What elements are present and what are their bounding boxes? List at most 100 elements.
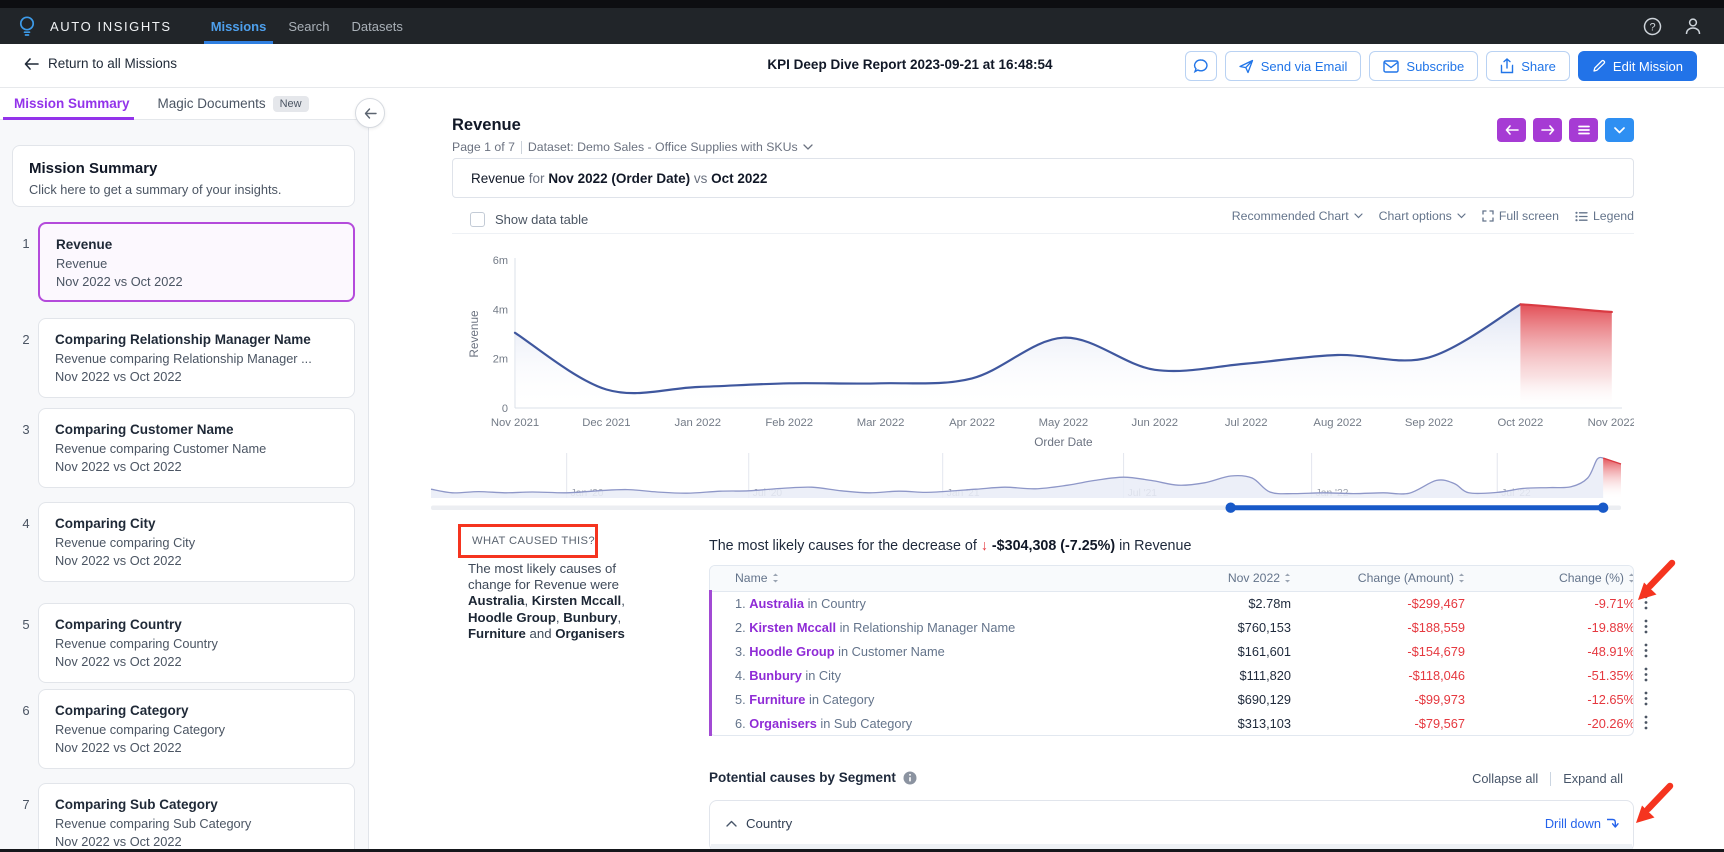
divider	[1550, 772, 1551, 786]
column-header-change-amount[interactable]: Change (Amount)	[1291, 566, 1465, 591]
row-menu-kebab-icon[interactable]	[1637, 662, 1655, 686]
chevron-down-icon	[803, 144, 813, 150]
tab-magic-documents[interactable]: Magic Documents New	[144, 88, 323, 119]
insight-number: 5	[18, 617, 34, 632]
row-menu-kebab-icon[interactable]	[1637, 638, 1655, 662]
cause-row[interactable]: 5. Furniture in Category$690,129-$99,973…	[710, 687, 1634, 711]
page-menu-button[interactable]	[1569, 118, 1598, 142]
annotation-arrow-drill-down	[1628, 779, 1680, 831]
svg-text:Jan 2022: Jan 2022	[675, 417, 721, 429]
insight-card-1[interactable]: RevenueRevenueNov 2022 vs Oct 2022	[38, 222, 355, 302]
page-title: Revenue	[452, 116, 521, 135]
prev-page-button[interactable]	[1497, 118, 1526, 142]
sort-icon	[1284, 573, 1291, 583]
info-icon[interactable]	[903, 771, 917, 785]
nav-tab-missions[interactable]: Missions	[200, 8, 278, 44]
window-edge-top	[0, 0, 1724, 8]
nav-tab-datasets[interactable]: Datasets	[341, 8, 414, 44]
share-button[interactable]: Share	[1486, 51, 1570, 81]
pencil-icon	[1592, 59, 1606, 73]
insight-card-6[interactable]: Comparing CategoryRevenue comparing Cate…	[38, 689, 355, 769]
insight-card-3[interactable]: Comparing Customer NameRevenue comparing…	[38, 408, 355, 488]
insight-card-5[interactable]: Comparing CountryRevenue comparing Count…	[38, 603, 355, 683]
cause-row[interactable]: 4. Bunbury in City$111,820-$118,046-51.3…	[710, 663, 1634, 687]
user-icon[interactable]	[1684, 17, 1702, 36]
svg-text:0: 0	[502, 403, 508, 415]
insight-number: 6	[18, 703, 34, 718]
insight-card-2[interactable]: Comparing Relationship Manager NameReven…	[38, 318, 355, 398]
chat-bubble-icon	[1193, 58, 1209, 74]
cause-row[interactable]: 6. Organisers in Sub Category$313,103-$7…	[710, 711, 1634, 735]
svg-text:Order Date: Order Date	[1034, 435, 1093, 449]
insight-card-4[interactable]: Comparing CityRevenue comparing CityNov …	[38, 502, 355, 582]
page-number: Page 1 of 7	[452, 140, 515, 154]
cause-row[interactable]: 1. Australia in Country$2.78m-$299,467-9…	[710, 591, 1634, 615]
drill-down-button[interactable]: Drill down	[1545, 816, 1619, 831]
edit-mission-button[interactable]: Edit Mission	[1578, 51, 1697, 81]
sort-icon	[1628, 573, 1634, 583]
back-to-missions-link[interactable]: Return to all Missions	[24, 56, 177, 71]
segments-section-title: Potential causes by Segment	[709, 770, 917, 785]
legend-icon	[1575, 211, 1588, 222]
mission-summary-title: Mission Summary	[29, 160, 338, 177]
chart-options-dropdown[interactable]: Chart options	[1379, 209, 1466, 223]
svg-text:Jun 2022: Jun 2022	[1132, 417, 1178, 429]
cause-row[interactable]: 3. Hoodle Group in Customer Name$161,601…	[710, 639, 1634, 663]
expand-options-button[interactable]	[1605, 118, 1634, 142]
row-actions-column	[1637, 590, 1655, 734]
svg-text:Feb 2022: Feb 2022	[765, 417, 813, 429]
row-menu-kebab-icon[interactable]	[1637, 686, 1655, 710]
header-buttons: Send via Email Subscribe Share Edit Miss…	[1185, 51, 1697, 81]
causes-table: Name Nov 2022 Change (Amount) Change (%)…	[709, 565, 1634, 736]
nav-right: ?	[1643, 17, 1724, 36]
app-logo[interactable]: AUTO INSIGHTS	[0, 14, 172, 38]
cause-row[interactable]: 2. Kirsten Mccall in Relationship Manage…	[710, 615, 1634, 639]
full-screen-button[interactable]: Full screen	[1482, 209, 1559, 223]
row-menu-kebab-icon[interactable]	[1637, 614, 1655, 638]
nav-tab-search[interactable]: Search	[277, 8, 340, 44]
segments-actions: Collapse all Expand all	[1472, 771, 1623, 786]
legend-button[interactable]: Legend	[1575, 209, 1634, 223]
dataset-selector[interactable]: Dataset: Demo Sales - Office Supplies wi…	[528, 140, 813, 154]
show-data-table-checkbox[interactable]	[470, 212, 485, 227]
segment-name: Country	[746, 816, 792, 831]
svg-text:Apr 2022: Apr 2022	[949, 417, 995, 429]
comments-button[interactable]	[1185, 51, 1217, 81]
next-page-button[interactable]	[1533, 118, 1562, 142]
subscribe-button[interactable]: Subscribe	[1369, 51, 1478, 81]
timeline-scrubber[interactable]: Jan '20Jul '20Jan '21Jul '21Jan '22Jul '…	[428, 450, 1624, 520]
svg-text:Sep 2022: Sep 2022	[1405, 417, 1453, 429]
insight-number: 3	[18, 422, 34, 437]
recommended-chart-dropdown[interactable]: Recommended Chart	[1232, 209, 1363, 223]
sort-icon	[1458, 573, 1465, 583]
column-header-name[interactable]: Name	[710, 566, 1161, 591]
timeline-selection[interactable]	[1225, 503, 1608, 513]
svg-text:Oct 2022: Oct 2022	[1497, 417, 1543, 429]
mission-summary-card[interactable]: Mission Summary Click here to get a summ…	[12, 145, 355, 207]
column-header-nov-2022[interactable]: Nov 2022	[1161, 566, 1291, 591]
help-icon[interactable]: ?	[1643, 17, 1662, 36]
expand-all-button[interactable]: Expand all	[1563, 771, 1623, 786]
collapse-all-button[interactable]: Collapse all	[1472, 771, 1538, 786]
svg-text:2m: 2m	[493, 354, 508, 366]
row-menu-kebab-icon[interactable]	[1637, 710, 1655, 734]
segment-panel-country: Country Drill down	[709, 800, 1634, 852]
paper-plane-icon	[1239, 59, 1254, 74]
column-header-change-pct[interactable]: Change (%)	[1465, 566, 1634, 591]
insight-number: 2	[18, 332, 34, 347]
app-window: AUTO INSIGHTS Missions Search Datasets ?…	[0, 0, 1724, 852]
tab-mission-summary[interactable]: Mission Summary	[0, 88, 144, 119]
insight-card-7[interactable]: Comparing Sub CategoryRevenue comparing …	[38, 783, 355, 852]
sort-icon	[772, 573, 779, 583]
page-meta: Page 1 of 7 Dataset: Demo Sales - Office…	[452, 140, 813, 154]
sidebar-collapse-button[interactable]	[355, 98, 385, 128]
show-data-table-row: Show data table	[470, 212, 588, 227]
insight-number: 4	[18, 516, 34, 531]
svg-text:4m: 4m	[493, 304, 508, 316]
segment-panel-header[interactable]: Country Drill down	[710, 801, 1633, 845]
svg-text:Mar 2022: Mar 2022	[857, 417, 905, 429]
brand-label: AUTO INSIGHTS	[50, 19, 172, 34]
row-menu-kebab-icon[interactable]	[1637, 590, 1655, 614]
send-via-email-button[interactable]: Send via Email	[1225, 51, 1362, 81]
lightbulb-icon	[16, 14, 38, 38]
